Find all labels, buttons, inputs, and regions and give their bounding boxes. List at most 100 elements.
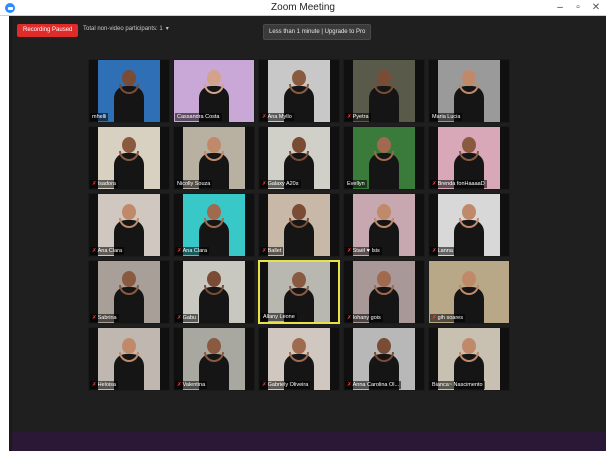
minimize-icon[interactable]: – bbox=[554, 1, 566, 14]
participant-tile[interactable]: Evellyn bbox=[343, 126, 425, 190]
muted-mic-icon: ✗ bbox=[432, 181, 437, 187]
muted-mic-icon: ✗ bbox=[347, 315, 352, 321]
participant-tile[interactable]: mhelli bbox=[88, 59, 170, 123]
participant-name: mhelli bbox=[92, 114, 107, 120]
participant-name: Anna Carolina Ol... bbox=[352, 382, 400, 388]
muted-mic-icon: ✗ bbox=[177, 382, 182, 388]
participant-name: Evellyn bbox=[347, 181, 365, 187]
participant-name: Isadora bbox=[97, 181, 116, 187]
participant-name: Maria Lucia bbox=[432, 114, 461, 120]
upgrade-to-pro-button[interactable]: Less than 1 minute | Upgrade to Pro bbox=[263, 24, 372, 40]
participant-tile[interactable]: ✗Ballet bbox=[258, 193, 340, 257]
muted-mic-icon: ✗ bbox=[92, 382, 97, 388]
muted-mic-icon: ✗ bbox=[347, 248, 352, 254]
participant-name-label: ✗Sabrina bbox=[90, 314, 119, 322]
participant-name: Brenda fonHaaaaD bbox=[437, 181, 485, 187]
non-video-participants-label: Total non-video participants: 1 bbox=[83, 26, 163, 32]
participant-tile[interactable]: ✗Anna Carolina Ol... bbox=[343, 327, 425, 391]
title-bar: Zoom Meeting – ▫ ✕ bbox=[0, 0, 606, 16]
participant-tile[interactable]: ✗Isadora bbox=[88, 126, 170, 190]
participant-tile[interactable]: ✗Heloisa bbox=[88, 327, 170, 391]
meeting-area: Recording Paused Total non-video partici… bbox=[12, 16, 606, 432]
participant-video-grid: mhelli Cassandra Costa ✗Ana Myllo ✗Pyetra Ma… bbox=[88, 59, 510, 391]
participant-name: Gabu bbox=[182, 315, 197, 321]
muted-mic-icon: ✗ bbox=[177, 248, 182, 254]
participant-tile[interactable]: ✗Gabu bbox=[173, 260, 255, 324]
muted-mic-icon: ✗ bbox=[262, 248, 267, 254]
muted-mic-icon: ✗ bbox=[177, 315, 182, 321]
participant-name-label: ✗Heloisa bbox=[90, 381, 118, 389]
participant-tile[interactable]: ✗gih soares bbox=[428, 260, 510, 324]
participant-tile[interactable]: Bianca~ Nascimento bbox=[428, 327, 510, 391]
participant-tile[interactable]: ✗Lanna bbox=[428, 193, 510, 257]
participant-tile[interactable]: Cassandra Costa bbox=[173, 59, 255, 123]
participant-name: Ana Clara bbox=[182, 248, 208, 254]
participant-tile[interactable]: ✗Gabriely Oliveira bbox=[258, 327, 340, 391]
participant-tile[interactable]: ✗Ana Myllo bbox=[258, 59, 340, 123]
non-video-participants-toggle[interactable]: Total non-video participants: 1 ▾ bbox=[83, 25, 169, 32]
bottom-bar bbox=[12, 432, 606, 451]
participant-tile[interactable]: Allany Leone bbox=[258, 260, 340, 324]
participant-name-label: ✗Pyetra bbox=[345, 113, 371, 121]
participant-name: Ballet bbox=[267, 248, 282, 254]
left-edge bbox=[0, 16, 9, 451]
participant-name: Valentina bbox=[182, 382, 206, 388]
participant-name-label: ✗Ballet bbox=[260, 247, 284, 255]
participant-tile[interactable]: Maria Lucia bbox=[428, 59, 510, 123]
participant-name-label: ✗Brenda fonHaaaaD bbox=[430, 180, 487, 188]
participant-name: Ana Myllo bbox=[267, 114, 292, 120]
participant-tile[interactable]: ✗Valentina bbox=[173, 327, 255, 391]
muted-mic-icon: ✗ bbox=[262, 181, 267, 187]
participant-name-label: ✗gih soares bbox=[430, 314, 465, 322]
participant-name: Heloisa bbox=[97, 382, 116, 388]
muted-mic-icon: ✗ bbox=[262, 382, 267, 388]
participant-name: Ana Clara bbox=[97, 248, 123, 254]
participant-name-label: ✗Staël ♥ Isis bbox=[345, 247, 382, 255]
participant-tile[interactable]: ✗Pyetra bbox=[343, 59, 425, 123]
participant-name-label: ✗Gabriely Oliveira bbox=[260, 381, 311, 389]
muted-mic-icon: ✗ bbox=[92, 315, 97, 321]
participant-name: Bianca~ Nascimento bbox=[432, 382, 483, 388]
chevron-down-icon: ▾ bbox=[165, 26, 169, 32]
participant-name-label: Allany Leone bbox=[261, 313, 297, 321]
participant-name: gih soares bbox=[437, 315, 463, 321]
muted-mic-icon: ✗ bbox=[347, 382, 352, 388]
close-icon[interactable]: ✕ bbox=[590, 1, 602, 14]
muted-mic-icon: ✗ bbox=[432, 248, 437, 254]
participant-name-label: Maria Lucia bbox=[430, 113, 463, 121]
participant-name-label: ✗Ana Clara bbox=[175, 247, 210, 255]
window-controls: – ▫ ✕ bbox=[554, 1, 602, 14]
participant-name: Galaxy A20s bbox=[267, 181, 299, 187]
participant-tile[interactable]: ✗Staël ♥ Isis bbox=[343, 193, 425, 257]
participant-name-label: Bianca~ Nascimento bbox=[430, 381, 485, 389]
participant-tile[interactable]: ✗Sabrina bbox=[88, 260, 170, 324]
participant-name-label: Nicolly Souza bbox=[175, 180, 213, 188]
participant-name-label: ✗Lanna bbox=[430, 247, 455, 255]
muted-mic-icon: ✗ bbox=[347, 114, 352, 120]
participant-name-label: ✗Anna Carolina Ol... bbox=[345, 381, 402, 389]
participant-name-label: ✗Galaxy A20s bbox=[260, 180, 301, 188]
participant-tile[interactable]: Nicolly Souza bbox=[173, 126, 255, 190]
participant-tile[interactable]: ✗Ana Clara bbox=[173, 193, 255, 257]
participant-tile[interactable]: ✗Ana Clara bbox=[88, 193, 170, 257]
participant-name: Cassandra Costa bbox=[177, 114, 220, 120]
participant-name: Sabrina bbox=[97, 315, 117, 321]
participant-name: Pyetra bbox=[352, 114, 369, 120]
participant-name-label: Cassandra Costa bbox=[175, 113, 222, 121]
participant-tile[interactable]: ✗Brenda fonHaaaaD bbox=[428, 126, 510, 190]
participant-name-label: ✗Isadora bbox=[90, 180, 118, 188]
participant-name-label: mhelli bbox=[90, 113, 109, 121]
participant-tile[interactable]: ✗Galaxy A20s bbox=[258, 126, 340, 190]
muted-mic-icon: ✗ bbox=[92, 181, 97, 187]
maximize-icon[interactable]: ▫ bbox=[572, 1, 584, 14]
participant-name-label: ✗Valentina bbox=[175, 381, 208, 389]
participant-name: Lanna bbox=[437, 248, 453, 254]
muted-mic-icon: ✗ bbox=[92, 248, 97, 254]
window-title: Zoom Meeting bbox=[271, 2, 335, 13]
participant-name: Staël ♥ Isis bbox=[352, 248, 380, 254]
participant-name-label: ✗Ana Myllo bbox=[260, 113, 294, 121]
participant-name-label: Evellyn bbox=[345, 180, 367, 188]
participant-name: Gabriely Oliveira bbox=[267, 382, 309, 388]
recording-paused-button[interactable]: Recording Paused bbox=[17, 24, 79, 37]
participant-tile[interactable]: ✗Iohany gois bbox=[343, 260, 425, 324]
